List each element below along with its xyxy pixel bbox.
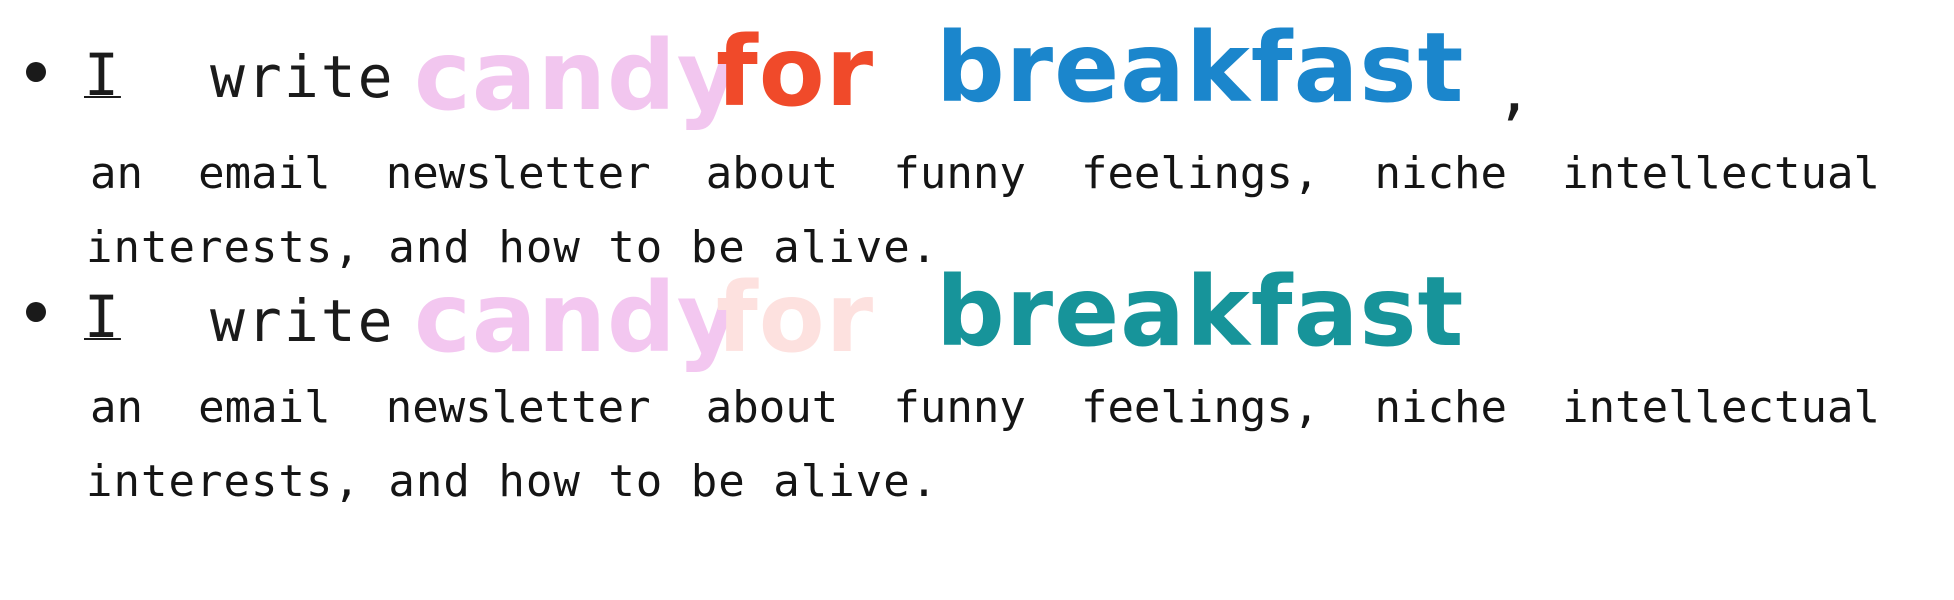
word-for: for: [716, 16, 875, 128]
word-i: I: [84, 41, 121, 109]
body-line-1: an email newsletter about funny feelings…: [90, 386, 1880, 430]
word: intellectual: [1562, 382, 1880, 433]
word: an: [90, 148, 143, 199]
word-write: write: [210, 43, 395, 111]
word: niche: [1374, 148, 1507, 199]
word: email: [198, 382, 331, 433]
word: feelings,: [1080, 382, 1320, 433]
body-line-1: an email newsletter about funny feelings…: [90, 152, 1880, 196]
word-candy: candy: [414, 262, 741, 374]
word-candy: candy: [414, 20, 741, 132]
word-i: I: [84, 283, 121, 351]
bullet-dot: [26, 302, 46, 322]
word: newsletter: [385, 382, 651, 433]
word: funny: [893, 148, 1026, 199]
word: funny: [893, 382, 1026, 433]
bullet-dot: [26, 62, 46, 82]
bullet-item-2: I write candy for breakfast an email new…: [0, 264, 1954, 600]
word-for: for: [716, 262, 875, 374]
word-breakfast: breakfast: [936, 256, 1465, 368]
word-comma: ,: [1496, 57, 1533, 127]
word: about: [705, 148, 839, 199]
word: feelings,: [1080, 148, 1320, 199]
word-write: write: [210, 287, 395, 355]
word: email: [198, 148, 331, 199]
word: an: [90, 382, 143, 433]
word: newsletter: [385, 148, 651, 199]
word: about: [705, 382, 839, 433]
word-breakfast: breakfast: [936, 12, 1465, 124]
body-line-2: interests, and how to be alive.: [86, 456, 939, 507]
word: niche: [1374, 382, 1507, 433]
word: intellectual: [1562, 148, 1880, 199]
bullet-item-1: I write candy for breakfast , an email n…: [0, 0, 1954, 300]
